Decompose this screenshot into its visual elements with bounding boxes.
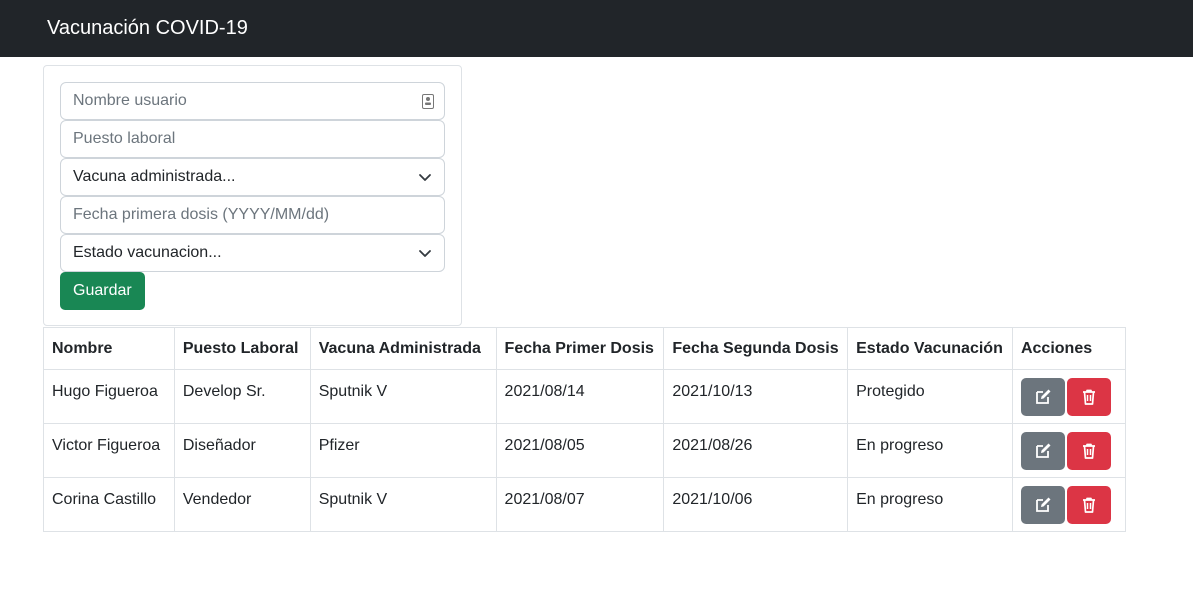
- delete-button[interactable]: [1066, 378, 1111, 416]
- edit-button[interactable]: [1020, 486, 1065, 524]
- cell-fecha-segunda: 2021/10/06: [663, 477, 849, 532]
- name-input[interactable]: [60, 82, 445, 120]
- header-estado: Estado Vacunación: [847, 327, 1013, 370]
- cell-estado: En progreso: [847, 477, 1013, 532]
- table-row: Victor Figueroa Diseñador Pfizer 2021/08…: [43, 423, 1127, 478]
- cell-acciones: [1011, 423, 1127, 478]
- vaccination-form: Vacuna administrada... Estado vacunacion…: [43, 65, 462, 326]
- cell-acciones: [1011, 477, 1127, 532]
- edit-icon: [1036, 443, 1051, 458]
- cell-puesto: Vendedor: [173, 477, 311, 532]
- header-puesto: Puesto Laboral: [173, 327, 311, 370]
- table-row: Corina Castillo Vendedor Sputnik V 2021/…: [43, 477, 1127, 532]
- trash-icon: [1082, 389, 1095, 405]
- cell-vacuna: Pfizer: [309, 423, 497, 478]
- cell-puesto: Develop Sr.: [173, 369, 311, 424]
- save-button[interactable]: Guardar: [60, 272, 145, 310]
- header-fecha-primer: Fecha Primer Dosis: [495, 327, 665, 370]
- cell-estado: En progreso: [847, 423, 1013, 478]
- vaccination-table: Nombre Puesto Laboral Vacuna Administrad…: [43, 327, 1127, 532]
- cell-vacuna: Sputnik V: [309, 477, 497, 532]
- header-vacuna: Vacuna Administrada: [309, 327, 497, 370]
- cell-nombre: Corina Castillo: [43, 477, 175, 532]
- chevron-down-icon: [419, 174, 431, 181]
- chevron-down-icon: [419, 250, 431, 257]
- cell-puesto: Diseñador: [173, 423, 311, 478]
- cell-nombre: Hugo Figueroa: [43, 369, 175, 424]
- status-select-value: Estado vacunacion...: [73, 244, 222, 261]
- delete-button[interactable]: [1066, 486, 1111, 524]
- cell-fecha-primer: 2021/08/14: [495, 369, 665, 424]
- cell-vacuna: Sputnik V: [309, 369, 497, 424]
- status-select[interactable]: Estado vacunacion...: [60, 234, 445, 272]
- edit-icon: [1036, 497, 1051, 512]
- table-header-row: Nombre Puesto Laboral Vacuna Administrad…: [43, 327, 1127, 370]
- cell-estado: Protegido: [847, 369, 1013, 424]
- cell-fecha-primer: 2021/08/05: [495, 423, 665, 478]
- cell-nombre: Victor Figueroa: [43, 423, 175, 478]
- table-row: Hugo Figueroa Develop Sr. Sputnik V 2021…: [43, 369, 1127, 424]
- first-dose-date-input[interactable]: [60, 196, 445, 234]
- navbar-brand[interactable]: Vacunación COVID-19: [47, 17, 248, 40]
- vaccine-select-value: Vacuna administrada...: [73, 168, 236, 185]
- job-input[interactable]: [60, 120, 445, 158]
- cell-fecha-segunda: 2021/08/26: [663, 423, 849, 478]
- cell-fecha-primer: 2021/08/07: [495, 477, 665, 532]
- edit-button[interactable]: [1020, 432, 1065, 470]
- contact-card-icon: [422, 94, 434, 109]
- trash-icon: [1082, 497, 1095, 513]
- cell-fecha-segunda: 2021/10/13: [663, 369, 849, 424]
- header-fecha-segunda: Fecha Segunda Dosis: [663, 327, 849, 370]
- edit-icon: [1036, 389, 1051, 404]
- cell-acciones: [1011, 369, 1127, 424]
- delete-button[interactable]: [1066, 432, 1111, 470]
- navbar: Vacunación COVID-19: [0, 0, 1193, 57]
- header-nombre: Nombre: [43, 327, 175, 370]
- header-acciones: Acciones: [1011, 327, 1127, 370]
- vaccine-select[interactable]: Vacuna administrada...: [60, 158, 445, 196]
- edit-button[interactable]: [1020, 378, 1065, 416]
- trash-icon: [1082, 443, 1095, 459]
